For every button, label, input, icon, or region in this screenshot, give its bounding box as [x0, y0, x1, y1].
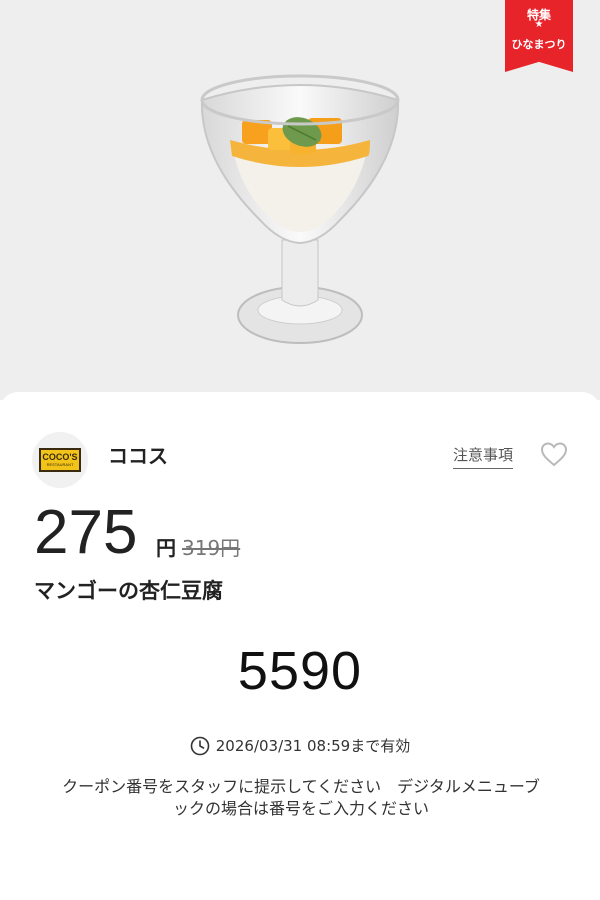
price: 275: [34, 498, 138, 567]
product-image: [200, 74, 400, 344]
store-name[interactable]: ココス: [108, 440, 168, 469]
store-logo[interactable]: COCO'S RESTAURANT: [32, 432, 88, 488]
original-price: 319円: [182, 536, 241, 560]
expiry-text: 2026/03/31 08:59まで有効: [215, 737, 411, 755]
heart-outline-icon[interactable]: [539, 440, 569, 468]
instructions-line-2: ックの場合は番号をご入力ください: [172, 799, 429, 818]
clock-icon: [190, 736, 210, 755]
logo-subword: RESTAURANT: [46, 462, 74, 467]
logo-word: COCO'S: [42, 452, 78, 462]
hero-banner: 特集 ★ ひなまつり: [0, 0, 600, 400]
ribbon-subtitle: ひなまつり: [511, 38, 567, 51]
star-icon: ★: [534, 19, 544, 30]
coupon-code: 5590: [237, 641, 363, 701]
logo-badge: COCO'S RESTAURANT: [39, 448, 81, 472]
price-unit: 円: [156, 536, 176, 560]
feature-ribbon[interactable]: 特集 ★ ひなまつり: [505, 0, 573, 72]
coupon-card: COCO'S RESTAURANT ココス 注意事項 275 円 319円 マン…: [0, 392, 600, 900]
usage-instructions: クーポン番号をスタッフに提示してください デジタルメニューブ ックの場合は番号を…: [36, 776, 566, 820]
notice-link[interactable]: 注意事項: [453, 444, 514, 469]
instructions-line-1: クーポン番号をスタッフに提示してください デジタルメニューブ: [62, 777, 540, 796]
product-name: マンゴーの杏仁豆腐: [34, 579, 223, 603]
expiry-row: 2026/03/31 08:59まで有効: [0, 735, 600, 756]
